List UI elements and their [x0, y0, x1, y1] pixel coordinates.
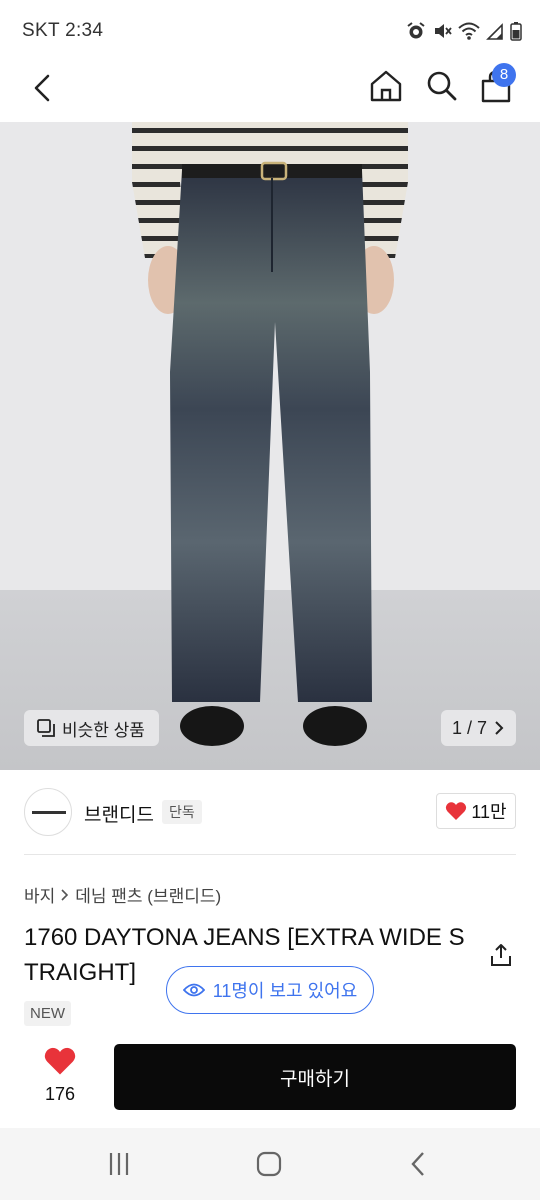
breadcrumb-category[interactable]: 바지	[24, 882, 55, 907]
brand-logo-wordmark	[32, 811, 66, 814]
brand-name[interactable]: 브랜디드	[84, 800, 154, 827]
search-icon	[427, 71, 457, 101]
back-nav-icon[interactable]	[404, 1150, 434, 1178]
viewers-count-pill: 11명이 보고 있어요	[166, 966, 374, 1014]
mute-icon	[435, 24, 452, 38]
back-button[interactable]	[24, 68, 64, 108]
share-icon	[491, 944, 511, 966]
heart-icon	[44, 1047, 76, 1075]
eye-icon	[182, 983, 205, 997]
bottom-action-bar: 176 구매하기	[0, 1036, 540, 1128]
similar-products-label: 비슷한 상품	[62, 720, 145, 740]
brand-logo[interactable]	[24, 788, 72, 836]
brand-like-count: 11만	[471, 802, 507, 822]
brand-exclusive-tag: 단독	[162, 800, 202, 824]
similar-icon	[37, 719, 55, 737]
product-photo	[132, 122, 408, 746]
chevron-right-icon	[495, 721, 504, 735]
status-bar: SKT 2:34	[0, 0, 540, 62]
breadcrumb-subcategory[interactable]: 데님 팬츠 (브랜디드)	[75, 882, 221, 907]
new-badge: NEW	[24, 1001, 71, 1026]
share-button[interactable]	[488, 942, 514, 968]
home-icon	[370, 70, 402, 102]
home-button[interactable]	[366, 66, 406, 106]
viewers-count-text: 11명이 보고 있어요	[212, 981, 358, 1001]
page-indicator-text: 1 / 7	[451, 717, 488, 738]
chevron-right-icon	[61, 888, 69, 901]
wifi-icon	[458, 22, 480, 40]
signal-icon	[486, 23, 503, 40]
home-nav-icon[interactable]	[254, 1150, 284, 1178]
back-icon	[34, 74, 50, 102]
wishlist-count: 176	[44, 1084, 76, 1104]
cart-count-badge: 8	[492, 63, 516, 87]
buy-button[interactable]: 구매하기	[114, 1044, 516, 1110]
alarm-icon	[407, 22, 425, 39]
search-button[interactable]	[422, 66, 462, 106]
app-bar: 8	[0, 62, 540, 122]
system-nav-bar	[0, 1128, 540, 1200]
brand-like-button[interactable]: 11만	[436, 793, 516, 829]
image-page-indicator[interactable]: 1 / 7	[441, 710, 516, 746]
divider	[24, 854, 516, 855]
product-image-carousel[interactable]: 비슷한 상품 1 / 7	[0, 122, 540, 770]
status-time: SKT 2:34	[22, 20, 104, 41]
brand-row[interactable]: 브랜디드 단독 11만	[0, 770, 540, 854]
breadcrumb: 바지 데님 팬츠 (브랜디드)	[24, 882, 221, 907]
wishlist-button[interactable]	[24, 1044, 96, 1116]
similar-products-button[interactable]: 비슷한 상품	[24, 710, 159, 746]
recent-apps-icon[interactable]	[104, 1150, 134, 1178]
battery-icon	[510, 22, 522, 41]
heart-icon	[446, 802, 467, 820]
status-icons	[406, 20, 522, 42]
